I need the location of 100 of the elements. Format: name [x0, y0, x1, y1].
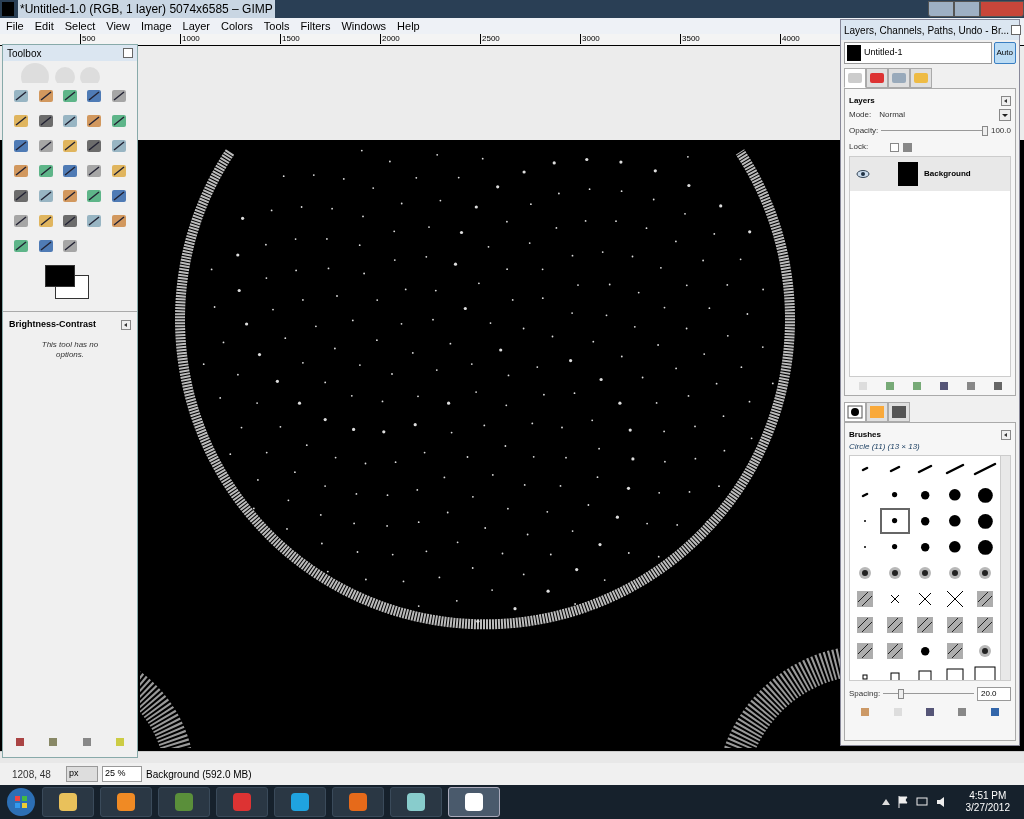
- tool-icon[interactable]: [61, 237, 79, 255]
- tool-icon[interactable]: [61, 162, 79, 180]
- delete-icon[interactable]: [81, 737, 92, 747]
- spacing-slider[interactable]: [883, 689, 974, 699]
- lock-alpha-icon[interactable]: [903, 142, 913, 152]
- brush-icon: [891, 543, 899, 551]
- taskbar-app-button[interactable]: [158, 787, 210, 817]
- slider-thumb[interactable]: [898, 689, 905, 699]
- menu-item[interactable]: Filters: [300, 17, 331, 35]
- zoom-dropdown[interactable]: 25 %: [102, 766, 142, 782]
- minimize-button[interactable]: [928, 1, 954, 17]
- taskbar-app-button[interactable]: [100, 787, 152, 817]
- tool-icon[interactable]: [12, 87, 31, 105]
- tool-icon[interactable]: [61, 187, 79, 205]
- horizontal-scrollbar[interactable]: [0, 751, 1024, 763]
- brush-icon: [919, 645, 931, 657]
- save-icon[interactable]: [14, 737, 25, 747]
- spacing-field[interactable]: 20.0: [977, 687, 1011, 701]
- tool-icon[interactable]: [109, 87, 128, 105]
- tool-icon[interactable]: [109, 212, 128, 230]
- tool-icon[interactable]: [36, 162, 55, 180]
- close-icon[interactable]: [123, 48, 133, 58]
- tool-icon[interactable]: [85, 87, 104, 105]
- duplicate-icon[interactable]: [938, 381, 949, 391]
- restore-icon[interactable]: [48, 737, 59, 747]
- taskbar-app-button[interactable]: [332, 787, 384, 817]
- tool-icon[interactable]: [85, 112, 104, 130]
- tool-icon[interactable]: [36, 112, 55, 130]
- slider-thumb[interactable]: [981, 126, 988, 136]
- brush-icon: [891, 491, 899, 499]
- menu-item[interactable]: Colors: [221, 17, 253, 35]
- tool-icon[interactable]: [61, 137, 79, 155]
- delete-icon[interactable]: [992, 381, 1003, 391]
- lock-pixels-checkbox[interactable]: [890, 142, 900, 152]
- app-icon: [347, 791, 369, 813]
- panel-menu-icon[interactable]: [1001, 430, 1011, 440]
- tool-icon[interactable]: [61, 112, 79, 130]
- taskbar-app-button[interactable]: [42, 787, 94, 817]
- brush-icon: [863, 519, 867, 523]
- tool-icon[interactable]: [36, 137, 55, 155]
- tool-icon[interactable]: [85, 187, 104, 205]
- menu-item[interactable]: Windows: [341, 17, 387, 35]
- tool-icon[interactable]: [12, 162, 31, 180]
- menu-item[interactable]: Help: [397, 17, 420, 35]
- auto-button[interactable]: Auto: [993, 42, 1016, 64]
- menu-item[interactable]: Select: [64, 17, 96, 35]
- panel-menu-icon[interactable]: [121, 319, 131, 330]
- refresh-icon[interactable]: [989, 707, 1000, 717]
- vertical-scrollbar[interactable]: [1000, 456, 1010, 680]
- tool-icon[interactable]: [109, 187, 128, 205]
- brush-item[interactable]: [880, 508, 910, 534]
- caret-icon[interactable]: [881, 799, 890, 805]
- dock-tab[interactable]: [844, 402, 866, 422]
- tool-icon[interactable]: [12, 112, 31, 130]
- tool-icon[interactable]: [109, 112, 128, 130]
- menu-item[interactable]: Tools: [263, 17, 290, 35]
- anchor-icon[interactable]: [965, 381, 976, 391]
- tool-icon[interactable]: [61, 87, 79, 105]
- start-button[interactable]: [6, 787, 36, 817]
- tool-icon[interactable]: [85, 162, 104, 180]
- close-icon[interactable]: [1011, 25, 1022, 35]
- tool-icon[interactable]: [85, 212, 104, 230]
- network-icon[interactable]: [915, 796, 928, 808]
- brush-icon: [919, 541, 931, 553]
- tool-icon[interactable]: [61, 212, 79, 230]
- tool-icon[interactable]: [36, 187, 55, 205]
- tool-icon[interactable]: [12, 212, 31, 230]
- layer-row[interactable]: Background: [850, 157, 1010, 191]
- tool-icon[interactable]: [109, 137, 128, 155]
- taskbar-app-button[interactable]: [448, 787, 500, 817]
- tool-icon[interactable]: [12, 187, 31, 205]
- panel-menu-icon[interactable]: [1001, 96, 1011, 106]
- delete-icon[interactable]: [957, 707, 968, 717]
- tool-icon[interactable]: [36, 87, 55, 105]
- taskbar-app-button[interactable]: [274, 787, 326, 817]
- window-title: *Untitled-1.0 (RGB, 1 layer) 5074x6585 – GIMP: [18, 0, 275, 18]
- tool-icon[interactable]: [36, 212, 55, 230]
- menu-item[interactable]: View: [106, 17, 130, 35]
- menu-item[interactable]: File: [6, 17, 24, 35]
- maximize-button[interactable]: [954, 1, 980, 17]
- duplicate-icon[interactable]: [924, 707, 935, 717]
- brush-icon: [856, 616, 874, 634]
- menu-item[interactable]: Image: [140, 17, 172, 35]
- dropdown-icon[interactable]: [999, 109, 1011, 121]
- menu-item[interactable]: Edit: [34, 17, 54, 35]
- taskbar-app-button[interactable]: [390, 787, 442, 817]
- flag-icon[interactable]: [897, 796, 908, 808]
- unit-dropdown[interactable]: px: [66, 766, 98, 782]
- tool-icon[interactable]: [36, 237, 55, 255]
- tool-icon[interactable]: [85, 137, 104, 155]
- foreground-color-swatch[interactable]: [45, 265, 75, 287]
- opacity-slider[interactable]: [881, 126, 988, 136]
- tool-icon[interactable]: [12, 237, 31, 255]
- tool-icon[interactable]: [12, 137, 31, 155]
- app-icon: [405, 791, 427, 813]
- menu-item[interactable]: Layer: [182, 17, 211, 35]
- eye-icon[interactable]: [856, 169, 870, 179]
- brush-icon: [918, 670, 932, 680]
- image-dropdown[interactable]: Untitled-1: [844, 42, 992, 64]
- tool-icon[interactable]: [109, 162, 128, 180]
